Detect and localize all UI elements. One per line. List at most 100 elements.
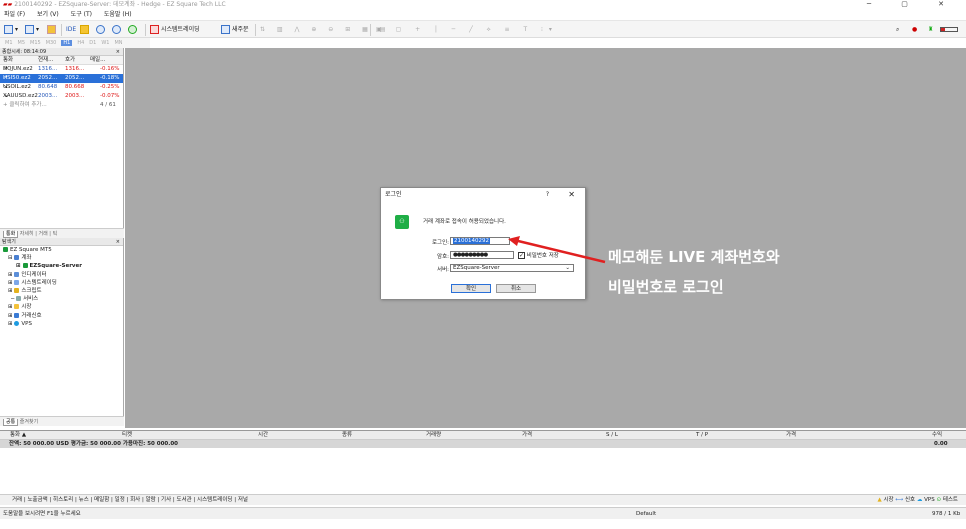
server-icon (22, 263, 28, 269)
tester-icon[interactable] (128, 24, 139, 35)
nav-signals[interactable]: ⊞ 거래신호 (0, 312, 123, 320)
accounts-icon (14, 255, 20, 261)
menu-view[interactable]: 보기 (V) (37, 11, 59, 18)
chart-type-icon[interactable]: ▾ (4, 24, 18, 35)
add-symbol-row[interactable]: + 클릭하여 추가... 4 / 61 (0, 101, 123, 110)
algo-trading-button[interactable]: 시스템트레이딩 (150, 24, 200, 35)
menu-help[interactable]: 도움말 (H) (104, 11, 132, 18)
tf-h1[interactable]: H1 (61, 40, 73, 46)
expert-icon (14, 279, 20, 285)
login-label: 로그인: (431, 240, 449, 246)
tf-h4[interactable]: H4 (77, 40, 84, 46)
tab-details[interactable]: 자세히 (20, 231, 34, 237)
user-icon: ⚇ (395, 215, 409, 229)
tf-m30[interactable]: M30 (46, 40, 57, 46)
nav-vps[interactable]: ⊞ VPS (0, 320, 123, 328)
cancel-button[interactable]: 취소 (496, 284, 536, 293)
tf-d1[interactable]: D1 (89, 40, 96, 46)
tf-m1[interactable]: M1 (5, 40, 13, 46)
toolbar: ▾ ▾ IDE 시스템트레이딩 새주문 ⇅ ▥ ⋀ ⊕ ⊖ ⊞ ▦ ▤ ▣ ▢ … (0, 20, 966, 38)
market-watch-row[interactable]: ↗ NQJUN.ez2 1316... 1316... -0.16% (0, 65, 123, 74)
close-icon[interactable]: × (116, 238, 120, 246)
server-label: 서버: (437, 267, 449, 273)
signals-icon (14, 312, 20, 318)
toolbox-trade-panel: 통화 ▲ 티켓 시간 종류 거래량 가격 S / L T / P 가격 수익 잔… (0, 430, 966, 494)
bid-value: 1316... (38, 66, 58, 72)
notifications-icon[interactable]: ● (912, 24, 917, 35)
ask-value: 2052... (65, 75, 85, 81)
vps-icon: ☁ (916, 497, 923, 503)
tab-trading[interactable]: 거래 (38, 231, 47, 237)
window-controls[interactable]: ─ ▢ ✕ (867, 0, 958, 9)
change-value: -0.25% (100, 84, 120, 90)
change-value: -0.07% (100, 93, 120, 99)
tab-symbols[interactable]: 통화 (3, 231, 19, 238)
toolbox-tabs: 거래 | 노출금액 | 히스토리 | 뉴스 | 메일함 | 일정 | 회사 | … (0, 494, 966, 505)
bid-value: 2003... (38, 93, 58, 99)
market-watch-header: 종합시세: 08:14:09 × (0, 48, 123, 56)
change-value: -0.16% (100, 66, 120, 72)
bid-value: 2052... (38, 75, 58, 81)
market-watch-panel: 종합시세: 08:14:09 × 통화 현재... 호가 매일... ↗ NQJUN.e… (0, 48, 124, 228)
ask-value: 1316... (65, 66, 85, 72)
indicator-icon (14, 271, 20, 277)
close-icon[interactable]: × (116, 48, 120, 56)
annotation-line-2: 비밀번호로 로그인 (608, 278, 724, 296)
annotation-line-1: 메모해둔 LIVE 계좌번호와 (608, 248, 780, 266)
market-watch-columns: 통화 현재... 호가 매일... (0, 56, 123, 65)
signals-icon[interactable] (96, 24, 107, 35)
market-watch-row[interactable]: ↘ XAUUSD.ez2 2003... 2003... -0.07% (0, 92, 123, 101)
trade-columns: 통화 ▲ 티켓 시간 종류 거래량 가격 S / L T / P 가격 수익 (0, 431, 966, 440)
menu-file[interactable]: 파일 (F) (4, 11, 25, 18)
tester-icon: ⊙ (936, 497, 942, 503)
drawing-tools-icons[interactable]: ▣ ▢ + │ ─ ╱ ⟡ ≡ T ⁝▾ (376, 24, 558, 35)
mt5-icon (3, 247, 8, 252)
navigator-panel: 탐색기 × EZ Square MT5 ⊟ 계좌 ⊞ EZSquare-Serve… (0, 238, 124, 416)
tab-common[interactable]: 공통 (3, 419, 19, 426)
script-icon (14, 287, 20, 293)
tf-mn[interactable]: MN (114, 40, 122, 46)
ok-button[interactable]: 확인 (451, 284, 491, 293)
menu-tools[interactable]: 도구 (T) (71, 11, 92, 18)
balance-row[interactable]: 잔액: 50 000.00 USD 평가금: 50 000.00 가용마진: 5… (0, 440, 966, 448)
tf-m15[interactable]: M15 (30, 40, 41, 46)
close-button[interactable]: ✕ (568, 188, 575, 202)
app-icon: ▰▰ (3, 1, 13, 8)
battery-icon (940, 24, 958, 35)
account-icon[interactable]: ♜ (928, 24, 933, 35)
navigator-header: 탐색기 × (0, 238, 123, 246)
toolbox-right-links: ▲ 시장 ⟷ 신호 ☁ VPS ⊙ 테스트 (877, 497, 959, 503)
tab-favorites[interactable]: 즐겨찾기 (20, 419, 38, 425)
status-bar: 도움말을 보시려면 F1을 누르세요 Default 978 / 1 Kb (0, 507, 966, 519)
help-button[interactable]: ? (546, 188, 549, 202)
lock-icon[interactable] (80, 24, 91, 35)
new-order-button[interactable]: 새주문 (221, 24, 249, 35)
vps-icon (14, 320, 20, 326)
nav-market[interactable]: ⊞ 시장 (0, 303, 123, 311)
vps-icon[interactable] (112, 24, 123, 35)
nav-accounts[interactable]: ⊟ 계좌 (0, 254, 123, 262)
nav-root[interactable]: EZ Square MT5 (0, 246, 123, 254)
market-watch-row[interactable]: ↗ HSI50.ez2 2052... 2052... -0.18% (0, 74, 123, 83)
nav-services[interactable]: ─ 서비스 (0, 295, 123, 303)
annotation-arrow (508, 236, 606, 264)
tf-w1[interactable]: W1 (101, 40, 109, 46)
tab-ticks[interactable]: 틱 (53, 231, 58, 237)
nav-scripts[interactable]: ⊞ 스크립트 (0, 287, 123, 295)
tf-m5[interactable]: M5 (18, 40, 26, 46)
status-traffic: 978 / 1 Kb (932, 511, 961, 517)
nav-experts[interactable]: ⊞ 시스템트레이딩 (0, 279, 123, 287)
timeframe-bar: M1 M5 M15 M30 H1 H4 D1 W1 MN (0, 38, 150, 48)
market-icon (14, 304, 20, 310)
dialog-title: 로그인 (385, 191, 402, 198)
status-profile: Default (636, 511, 657, 517)
menu-bar: 파일 (F) 보기 (V) 도구 (T) 도움말 (H) (0, 9, 966, 20)
add-chart-icon[interactable]: ▾ (25, 24, 39, 35)
ide-button[interactable]: IDE (66, 24, 76, 35)
nav-indicators[interactable]: ⊞ 인디케이터 (0, 271, 123, 279)
market-icon[interactable] (47, 24, 58, 35)
nav-server[interactable]: ⊞ EZSquare-Server (0, 262, 123, 270)
toolbox-tab-list[interactable]: 거래 | 노출금액 | 히스토리 | 뉴스 | 메일함 | 일정 | 회사 | … (12, 497, 248, 503)
market-watch-row[interactable]: ↘ USOIL.ez2 80.648 80.668 -0.25% (0, 83, 123, 92)
search-icon[interactable]: ⌕ (896, 24, 899, 35)
